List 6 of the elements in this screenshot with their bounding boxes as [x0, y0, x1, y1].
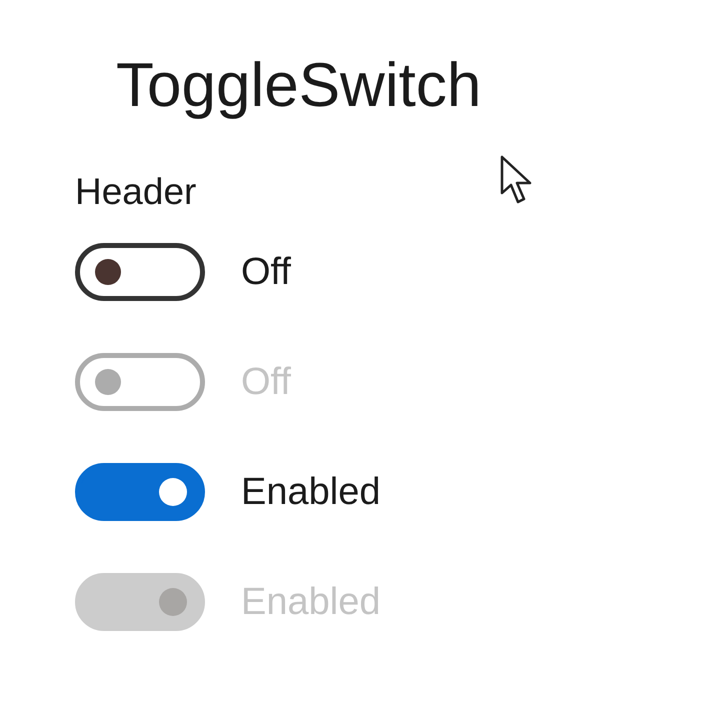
toggle-header: Header: [75, 170, 196, 214]
toggle-label: Enabled: [241, 580, 380, 624]
toggle-label: Off: [241, 250, 291, 294]
toggle-label: Off: [241, 360, 291, 404]
page-title: ToggleSwitch: [116, 50, 482, 122]
toggle-label: Enabled: [241, 470, 380, 514]
